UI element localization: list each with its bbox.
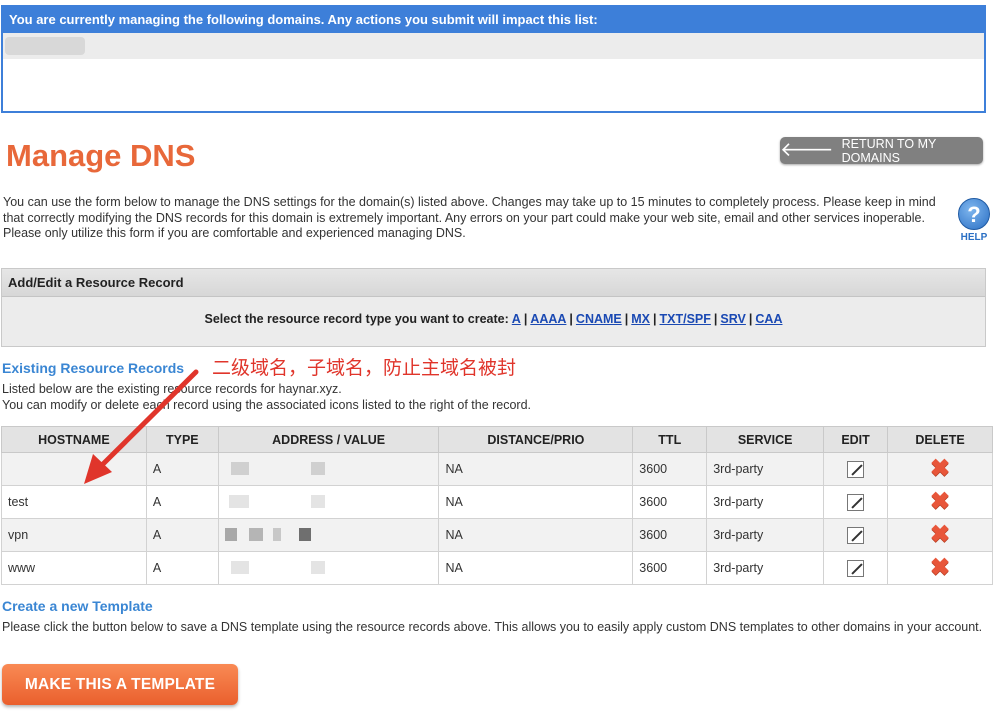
table-row: A NA 3600 3rd-party ✖: [1, 452, 993, 486]
existing-records-title: Existing Resource Records: [2, 360, 185, 376]
delete-x-icon: ✖: [929, 455, 951, 482]
table-header-row: HOSTNAME TYPE ADDRESS / VALUE DISTANCE/P…: [1, 426, 993, 453]
delete-x-icon: ✖: [929, 554, 951, 581]
record-type-srv-link[interactable]: SRV: [720, 312, 745, 326]
record-type-mx-link[interactable]: MX: [631, 312, 650, 326]
record-type-selector: Select the resource record type you want…: [204, 312, 783, 326]
record-type-prompt: Select the resource record type you want…: [204, 312, 509, 326]
pencil-icon: [847, 493, 865, 511]
cell-hostname: [1, 452, 147, 486]
cell-service: 3rd-party: [706, 485, 825, 519]
cell-address-redacted: [217, 518, 440, 552]
redacted-domain: [5, 37, 85, 55]
record-type-aaaa-link[interactable]: AAAA: [530, 312, 566, 326]
delete-x-icon: ✖: [929, 521, 951, 548]
cell-type: A: [145, 452, 219, 486]
delete-record-button[interactable]: ✖: [887, 518, 993, 552]
cell-distance: NA: [438, 452, 634, 486]
col-ttl: TTL: [632, 426, 708, 453]
cell-service: 3rd-party: [706, 518, 825, 552]
cell-hostname: vpn: [1, 518, 147, 552]
pencil-icon: [847, 460, 865, 478]
make-template-button[interactable]: MAKE THIS A TEMPLATE: [2, 664, 238, 705]
cell-distance: NA: [438, 485, 634, 519]
help-label: HELP: [960, 232, 988, 243]
create-template-desc: Please click the button below to save a …: [2, 620, 983, 634]
edit-record-button[interactable]: [823, 551, 889, 585]
record-type-cname-link[interactable]: CNAME: [576, 312, 622, 326]
record-type-txt-link[interactable]: TXT/SPF: [660, 312, 711, 326]
create-template-title: Create a new Template: [2, 598, 153, 614]
delete-record-button[interactable]: ✖: [887, 485, 993, 519]
col-distance: DISTANCE/PRIO: [438, 426, 634, 453]
delete-record-button[interactable]: ✖: [887, 551, 993, 585]
arrow-left-icon: 🡐: [780, 138, 834, 161]
col-edit: EDIT: [823, 426, 889, 453]
page-title: Manage DNS: [6, 138, 196, 173]
cell-hostname: test: [1, 485, 147, 519]
delete-x-icon: ✖: [929, 488, 951, 515]
annotation-text: 二级域名，子域名，防止主域名被封: [212, 357, 517, 379]
cell-hostname: www: [1, 551, 147, 585]
cell-service: 3rd-party: [706, 452, 825, 486]
delete-record-button[interactable]: ✖: [887, 452, 993, 486]
domain-list-row: [3, 33, 984, 59]
cell-type: A: [145, 485, 219, 519]
edit-record-button[interactable]: [823, 452, 889, 486]
cell-ttl: 3600: [632, 551, 708, 585]
table-row: www A NA 3600 3rd-party ✖: [1, 551, 993, 585]
record-type-caa-link[interactable]: CAA: [755, 312, 782, 326]
return-button-label: RETURN TO MY DOMAINS: [841, 136, 937, 165]
panel-heading: Add/Edit a Resource Record: [2, 269, 985, 297]
domain-list-heading: You are currently managing the following…: [3, 7, 984, 33]
existing-records-desc-1: Listed below are the existing resource r…: [2, 382, 342, 396]
cell-ttl: 3600: [632, 518, 708, 552]
records-table: HOSTNAME TYPE ADDRESS / VALUE DISTANCE/P…: [1, 426, 993, 585]
existing-records-desc-2: You can modify or delete each record usi…: [2, 398, 532, 412]
cell-address-redacted: [217, 551, 440, 585]
col-hostname: HOSTNAME: [1, 426, 147, 453]
col-type: TYPE: [145, 426, 219, 453]
table-row: test A NA 3600 3rd-party ✖: [1, 485, 993, 519]
help-icon: ?: [958, 198, 990, 230]
cell-distance: NA: [438, 551, 634, 585]
edit-record-button[interactable]: [823, 518, 889, 552]
cell-type: A: [145, 551, 219, 585]
cell-address-redacted: [217, 452, 440, 486]
table-row: vpn A NA 3600 3rd-party ✖: [1, 518, 993, 552]
col-delete: DELETE: [887, 426, 993, 453]
return-to-domains-button[interactable]: 🡐 RETURN TO MY DOMAINS: [780, 136, 983, 165]
add-edit-record-panel: Add/Edit a Resource Record Select the re…: [1, 268, 986, 347]
col-service: SERVICE: [706, 426, 825, 453]
intro-text: You can use the form below to manage the…: [3, 195, 936, 240]
cell-ttl: 3600: [632, 452, 708, 486]
cell-type: A: [145, 518, 219, 552]
help-button[interactable]: ? HELP: [957, 198, 991, 243]
cell-ttl: 3600: [632, 485, 708, 519]
record-type-a-link[interactable]: A: [512, 312, 521, 326]
col-address: ADDRESS / VALUE: [217, 426, 440, 453]
cell-distance: NA: [438, 518, 634, 552]
cell-service: 3rd-party: [706, 551, 825, 585]
domain-list-box: You are currently managing the following…: [1, 5, 986, 113]
edit-record-button[interactable]: [823, 485, 889, 519]
pencil-icon: [847, 559, 865, 577]
pencil-icon: [847, 526, 865, 544]
cell-address-redacted: [217, 485, 440, 519]
